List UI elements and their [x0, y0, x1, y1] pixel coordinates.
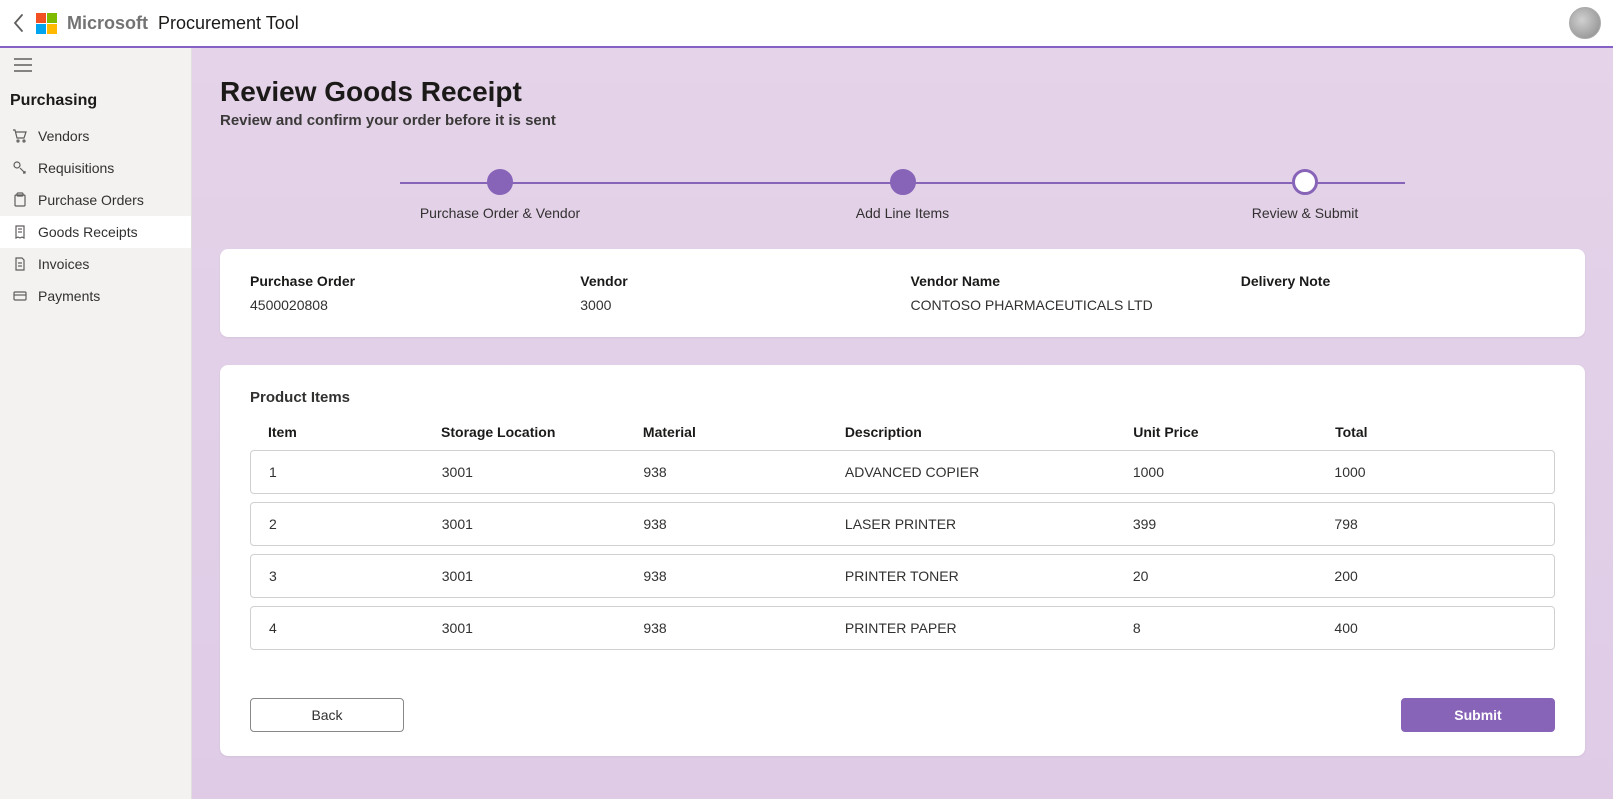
- page-subtitle: Review and confirm your order before it …: [220, 112, 1585, 129]
- sidebar-item-payments[interactable]: Payments: [0, 280, 191, 312]
- sidebar-item-label: Goods Receipts: [38, 224, 138, 240]
- back-button[interactable]: Back: [250, 698, 404, 732]
- products-card: Product Items Item Storage Location Mate…: [220, 365, 1585, 756]
- sidebar-item-label: Invoices: [38, 256, 89, 272]
- stepper: Purchase Order & Vendor Add Line Items R…: [400, 169, 1405, 221]
- hamburger-menu-icon[interactable]: [0, 48, 191, 82]
- sidebar-item-label: Vendors: [38, 128, 89, 144]
- td-material: 938: [643, 620, 845, 636]
- sidebar-item-label: Purchase Orders: [38, 192, 144, 208]
- table-row: 2 3001 938 LASER PRINTER 399 798: [250, 502, 1555, 546]
- td-item: 3: [269, 568, 442, 584]
- step-label: Review & Submit: [1252, 205, 1359, 221]
- main-content: Review Goods Receipt Review and confirm …: [192, 48, 1613, 799]
- table-row: 1 3001 938 ADVANCED COPIER 1000 1000: [250, 450, 1555, 494]
- back-icon[interactable]: [12, 13, 26, 33]
- summary-col-vendor-name: Vendor Name CONTOSO PHARMACEUTICALS LTD: [911, 273, 1225, 313]
- td-unit-price: 20: [1133, 568, 1335, 584]
- sidebar-item-invoices[interactable]: Invoices: [0, 248, 191, 280]
- step-dot-icon: [487, 169, 513, 195]
- td-total: 200: [1334, 568, 1536, 584]
- sidebar: Purchasing Vendors Requisitions: [0, 48, 192, 799]
- microsoft-logo-icon: [36, 13, 57, 34]
- products-table: Item Storage Location Material Descripti…: [250, 424, 1555, 650]
- step-dot-icon: [1292, 169, 1318, 195]
- summary-card: Purchase Order 4500020808 Vendor 3000 Ve…: [220, 249, 1585, 337]
- products-section-title: Product Items: [250, 389, 1555, 406]
- td-description: PRINTER PAPER: [845, 620, 1133, 636]
- step-review-submit[interactable]: Review & Submit: [1205, 169, 1405, 221]
- td-total: 1000: [1334, 464, 1536, 480]
- summary-value-vendor: 3000: [580, 297, 894, 313]
- topbar-left: Microsoft Procurement Tool: [12, 13, 299, 34]
- summary-label-vendor-name: Vendor Name: [911, 273, 1225, 289]
- sidebar-item-goods-receipts[interactable]: Goods Receipts: [0, 216, 191, 248]
- step-label: Add Line Items: [856, 205, 949, 221]
- nav-group-title: Purchasing: [0, 82, 191, 120]
- th-item: Item: [268, 424, 441, 440]
- microsoft-text: Microsoft: [67, 13, 148, 34]
- td-storage: 3001: [442, 568, 644, 584]
- sidebar-item-purchase-orders[interactable]: Purchase Orders: [0, 184, 191, 216]
- table-header: Item Storage Location Material Descripti…: [250, 424, 1555, 450]
- td-item: 4: [269, 620, 442, 636]
- td-total: 400: [1334, 620, 1536, 636]
- td-unit-price: 1000: [1133, 464, 1335, 480]
- sidebar-item-requisitions[interactable]: Requisitions: [0, 152, 191, 184]
- topbar: Microsoft Procurement Tool: [0, 0, 1613, 48]
- step-dot-icon: [890, 169, 916, 195]
- page-title: Review Goods Receipt: [220, 76, 1585, 108]
- avatar[interactable]: [1569, 7, 1601, 39]
- clipboard-icon: [12, 192, 28, 208]
- summary-label-po: Purchase Order: [250, 273, 564, 289]
- actions: Back Submit: [250, 698, 1555, 732]
- td-material: 938: [643, 464, 845, 480]
- td-storage: 3001: [442, 464, 644, 480]
- app-title: Procurement Tool: [158, 13, 299, 34]
- cart-icon: [12, 128, 28, 144]
- td-unit-price: 399: [1133, 516, 1335, 532]
- summary-col-po: Purchase Order 4500020808: [250, 273, 564, 313]
- table-row: 4 3001 938 PRINTER PAPER 8 400: [250, 606, 1555, 650]
- td-unit-price: 8: [1133, 620, 1335, 636]
- td-material: 938: [643, 516, 845, 532]
- sidebar-item-label: Payments: [38, 288, 100, 304]
- th-total: Total: [1335, 424, 1537, 440]
- request-icon: [12, 160, 28, 176]
- th-storage: Storage Location: [441, 424, 643, 440]
- td-material: 938: [643, 568, 845, 584]
- summary-label-delivery-note: Delivery Note: [1241, 273, 1555, 289]
- td-description: PRINTER TONER: [845, 568, 1133, 584]
- step-label: Purchase Order & Vendor: [420, 205, 580, 221]
- td-storage: 3001: [442, 516, 644, 532]
- summary-value-vendor-name: CONTOSO PHARMACEUTICALS LTD: [911, 297, 1225, 313]
- sidebar-item-vendors[interactable]: Vendors: [0, 120, 191, 152]
- nav: Vendors Requisitions Purchase Orders: [0, 120, 191, 312]
- summary-value-po: 4500020808: [250, 297, 564, 313]
- td-description: ADVANCED COPIER: [845, 464, 1133, 480]
- th-description: Description: [845, 424, 1133, 440]
- step-add-line-items[interactable]: Add Line Items: [803, 169, 1003, 221]
- step-purchase-order-vendor[interactable]: Purchase Order & Vendor: [400, 169, 600, 221]
- th-unit-price: Unit Price: [1133, 424, 1335, 440]
- td-description: LASER PRINTER: [845, 516, 1133, 532]
- th-material: Material: [643, 424, 845, 440]
- summary-col-delivery-note: Delivery Note: [1241, 273, 1555, 313]
- td-item: 2: [269, 516, 442, 532]
- credit-card-icon: [12, 288, 28, 304]
- summary-label-vendor: Vendor: [580, 273, 894, 289]
- summary-col-vendor: Vendor 3000: [580, 273, 894, 313]
- receipt-icon: [12, 224, 28, 240]
- td-storage: 3001: [442, 620, 644, 636]
- submit-button[interactable]: Submit: [1401, 698, 1555, 732]
- sidebar-item-label: Requisitions: [38, 160, 114, 176]
- document-icon: [12, 256, 28, 272]
- td-item: 1: [269, 464, 442, 480]
- td-total: 798: [1334, 516, 1536, 532]
- table-row: 3 3001 938 PRINTER TONER 20 200: [250, 554, 1555, 598]
